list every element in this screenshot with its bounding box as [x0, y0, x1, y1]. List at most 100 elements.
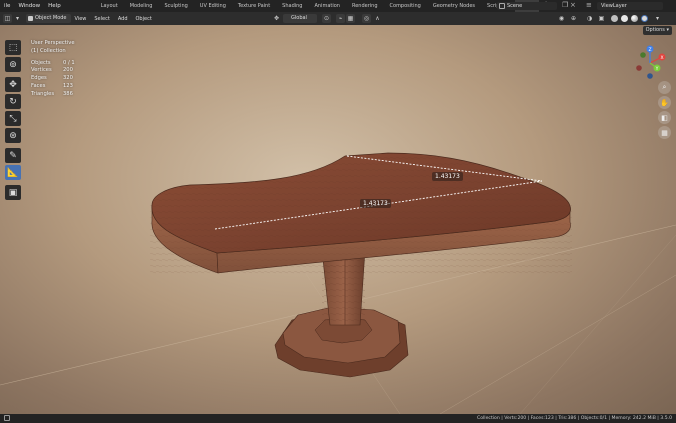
- tab-modeling[interactable]: Modeling: [124, 0, 159, 12]
- stat-row-faces: Faces 123: [31, 83, 75, 91]
- rendered-shading-icon[interactable]: [641, 15, 648, 22]
- tab-compositing[interactable]: Compositing: [384, 0, 427, 12]
- annotate-tool[interactable]: ✎: [5, 148, 21, 163]
- stat-value: 123: [63, 82, 73, 89]
- select-cursor-icon: ⬚: [8, 42, 18, 53]
- rotate-tool[interactable]: ↻: [5, 94, 21, 109]
- visibility-icon[interactable]: ◉: [557, 14, 566, 23]
- tab-uv-editing[interactable]: UV Editing: [194, 0, 232, 12]
- menu-file[interactable]: ile: [0, 3, 14, 9]
- scene-name: Scene: [507, 3, 523, 9]
- tab-layout[interactable]: Layout: [95, 0, 124, 12]
- cursor-tool[interactable]: ⊚: [5, 57, 21, 72]
- xray-icon[interactable]: ▣: [597, 14, 606, 23]
- material-shading-icon[interactable]: [631, 15, 638, 22]
- measure-icon: 📐: [7, 167, 19, 178]
- rotate-icon: ↻: [9, 96, 17, 107]
- wireframe-shading-icon[interactable]: [611, 15, 618, 22]
- stat-row-edges: Edges 320: [31, 75, 75, 83]
- select-box-tool[interactable]: ⬚: [5, 40, 21, 55]
- proportional-edit-icon[interactable]: ◎: [362, 14, 371, 23]
- snap-icon[interactable]: ⌁: [336, 14, 345, 23]
- menu-help[interactable]: Help: [44, 3, 65, 9]
- gizmo-y-label: Y: [655, 66, 659, 72]
- measure-label-2: 1.43173: [360, 199, 391, 208]
- measure-label-1: 1.43173: [432, 172, 463, 181]
- tab-animation[interactable]: Animation: [308, 0, 346, 12]
- view-layer-icon: ≡: [586, 1, 592, 9]
- transform-icon: ⊛: [9, 130, 17, 141]
- measure-value-1: 1.43173: [435, 173, 460, 180]
- scale-icon: ⤡: [9, 113, 17, 124]
- perspective-label: User Perspective: [31, 40, 75, 46]
- tab-rendering[interactable]: Rendering: [346, 0, 384, 12]
- hand-icon: ✋: [660, 98, 669, 107]
- scale-tool[interactable]: ⤡: [5, 111, 21, 126]
- pivot-point-icon[interactable]: ⊙: [322, 14, 331, 23]
- top-menu-bar: ile Window Help Layout Modeling Sculptin…: [0, 0, 676, 12]
- stat-label: Edges: [31, 75, 47, 82]
- gizmo-icon[interactable]: ⊕: [569, 14, 578, 23]
- viewport-info-overlay: User Perspective (1) Collection Objects …: [31, 40, 75, 99]
- status-info: Collection | Verts:200 | Faces:123 | Tri…: [477, 416, 672, 421]
- tab-geometry-nodes[interactable]: Geometry Nodes: [427, 0, 481, 12]
- navigation-gizmo[interactable]: X Z Y: [630, 43, 670, 83]
- options-button[interactable]: Options ▾: [642, 26, 672, 35]
- tool-shelf: ⬚ ⊚ ✥ ↻ ⤡ ⊛ ✎ 📐 ▣: [5, 40, 23, 202]
- solid-shading-icon[interactable]: [621, 15, 628, 22]
- view-layer-name: ViewLayer: [601, 3, 627, 9]
- tab-sculpting[interactable]: Sculpting: [158, 0, 193, 12]
- zoom-button[interactable]: ⌕: [658, 81, 671, 94]
- floor-grid-line: [439, 274, 676, 414]
- measure-value-2: 1.43173: [363, 200, 388, 207]
- header-menu-object[interactable]: Object: [132, 16, 156, 22]
- pan-button[interactable]: ✋: [658, 96, 671, 109]
- options-label: Options: [645, 27, 665, 33]
- snap-target-icon[interactable]: ▦: [346, 14, 355, 23]
- menu-window[interactable]: Window: [14, 3, 44, 9]
- gizmo-neg-z-axis: [647, 73, 653, 79]
- copy-scene-icon[interactable]: ❐: [562, 1, 568, 9]
- overlays-icon[interactable]: ◑: [585, 14, 594, 23]
- move-tool[interactable]: ✥: [5, 77, 21, 92]
- scene-icon: [499, 3, 505, 9]
- view-layer-selector[interactable]: ViewLayer: [597, 2, 663, 10]
- dropdown-chevron-icon[interactable]: ▾: [13, 14, 22, 23]
- measure-tool[interactable]: 📐: [5, 165, 21, 180]
- projection-toggle-button[interactable]: ▦: [658, 126, 671, 139]
- tab-texture-paint[interactable]: Texture Paint: [232, 0, 276, 12]
- stat-row-triangles: Triangles 386: [31, 91, 75, 99]
- scene-render: [0, 152, 676, 414]
- grid-icon: ▦: [661, 128, 668, 137]
- delete-scene-icon[interactable]: ×: [570, 1, 576, 9]
- header-menu-view[interactable]: View: [71, 16, 91, 22]
- viewport-header: ◫ ▾ Object Mode View Select Add Object ✥…: [0, 12, 676, 25]
- annotate-icon: ✎: [9, 150, 17, 161]
- proportional-falloff-icon[interactable]: ∧: [373, 14, 382, 23]
- camera-view-button[interactable]: ◧: [658, 111, 671, 124]
- editor-type-icon[interactable]: ◫: [3, 14, 12, 23]
- header-menu-add[interactable]: Add: [114, 16, 132, 22]
- stat-value: 320: [63, 75, 73, 82]
- camera-icon: ◧: [661, 113, 668, 122]
- status-bar: Collection | Verts:200 | Faces:123 | Tri…: [0, 414, 676, 423]
- gizmo-neg-y-axis: [640, 52, 646, 58]
- gizmo-z-label: Z: [648, 47, 651, 53]
- 3d-viewport[interactable]: 1.43173 1.43173 ⬚ ⊚ ✥ ↻ ⤡ ⊛ ✎ 📐 ▣ User P…: [0, 25, 676, 414]
- add-cube-tool[interactable]: ▣: [5, 185, 21, 200]
- header-menu-select[interactable]: Select: [90, 16, 113, 22]
- stat-label: Faces: [31, 82, 46, 89]
- transform-orientation-icon: ✥: [273, 15, 280, 22]
- cursor-3d-icon: ⊚: [9, 59, 17, 70]
- transform-tool[interactable]: ⊛: [5, 128, 21, 143]
- tab-shading[interactable]: Shading: [276, 0, 308, 12]
- orientation-selector[interactable]: Global: [283, 14, 317, 23]
- stat-label: Triangles: [31, 90, 55, 97]
- add-cube-icon: ▣: [8, 187, 18, 198]
- shading-options-icon[interactable]: ▾: [653, 14, 662, 23]
- move-icon: ✥: [9, 79, 17, 90]
- workspace-tabs: Layout Modeling Sculpting UV Editing Tex…: [95, 0, 553, 12]
- mode-selector[interactable]: Object Mode: [26, 14, 71, 23]
- stat-value: 386: [63, 90, 73, 97]
- scene-selector[interactable]: Scene: [497, 2, 557, 10]
